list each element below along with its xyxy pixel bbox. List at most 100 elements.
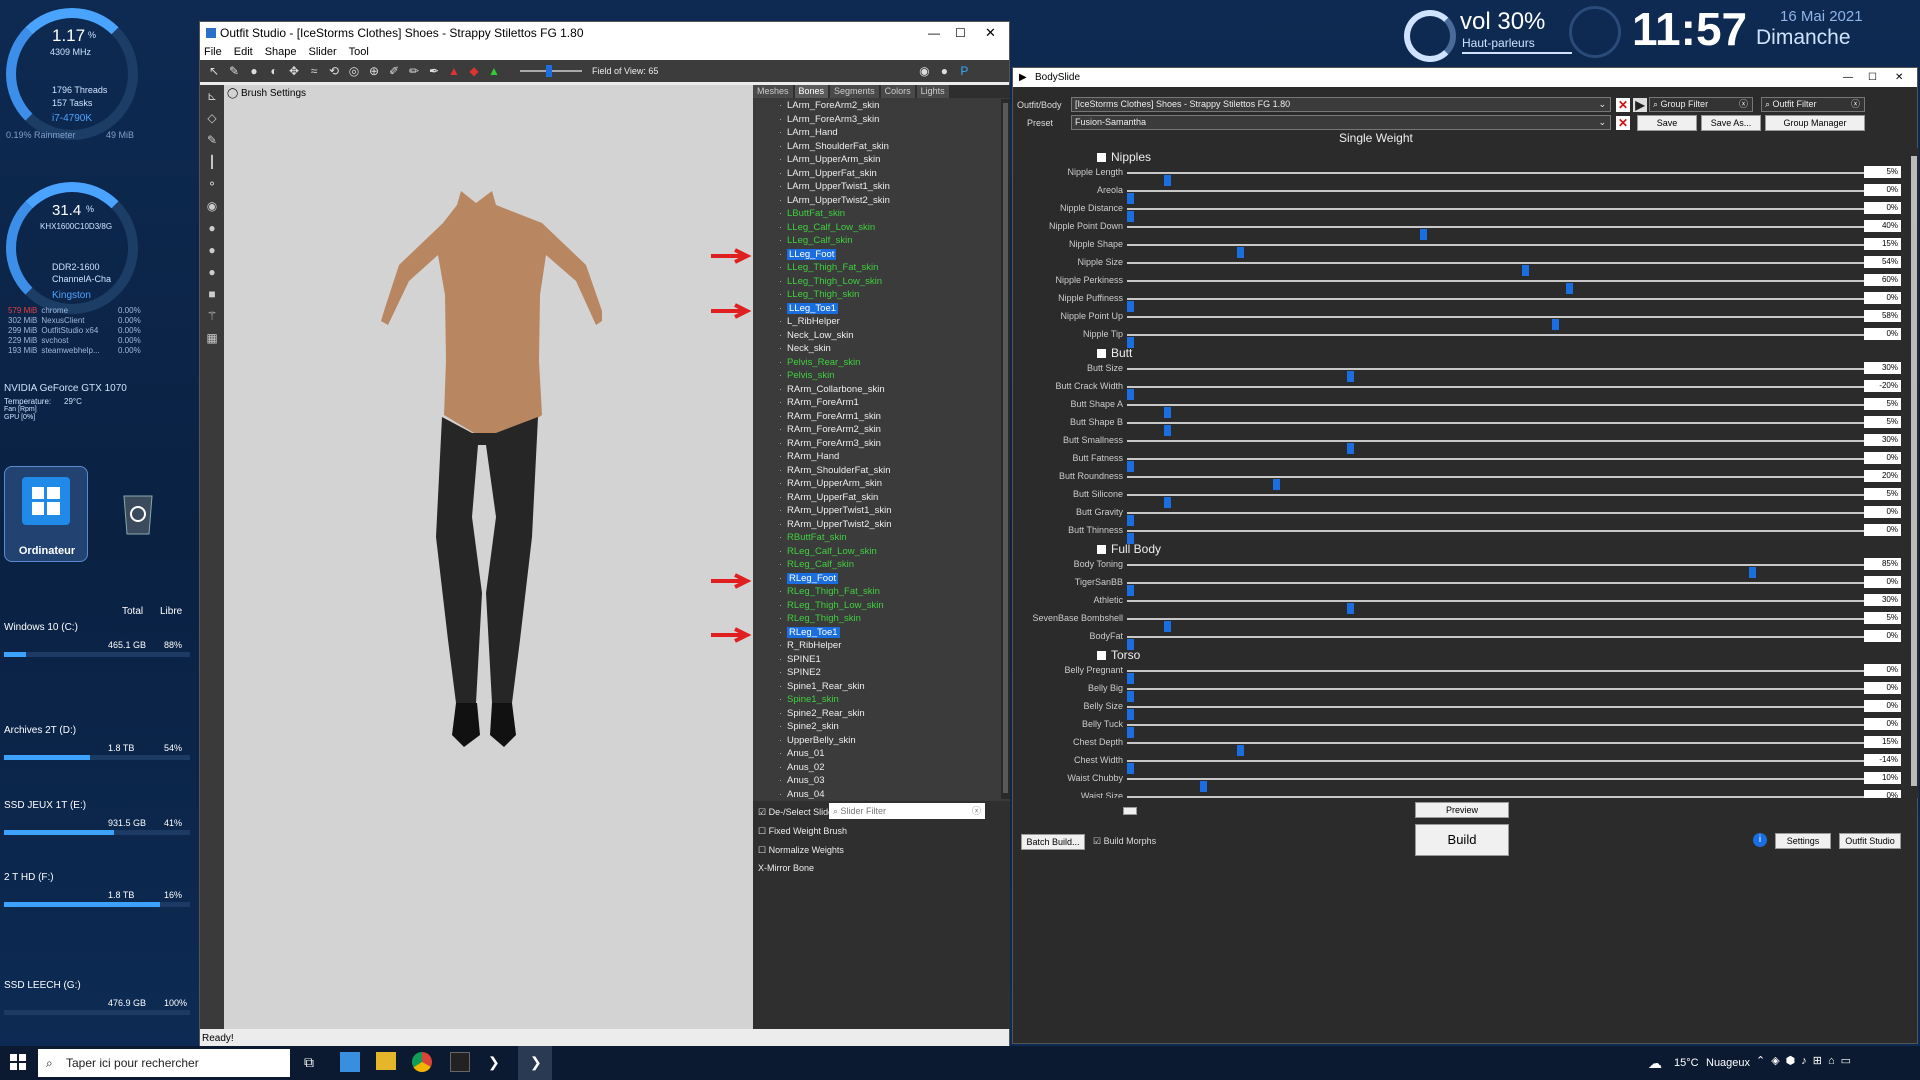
- slider-track[interactable]: [1127, 512, 1864, 526]
- bone-item[interactable]: RArm_UpperTwist2_skin: [753, 518, 1001, 532]
- bone-item[interactable]: LLeg_Calf_Low_skin: [753, 221, 1001, 235]
- slider-track[interactable]: [1127, 422, 1864, 436]
- bone-item[interactable]: RLeg_Foot: [753, 572, 1001, 586]
- slider-value-input[interactable]: 15%: [1864, 238, 1901, 250]
- slider-track[interactable]: [1127, 172, 1864, 186]
- save-as-button[interactable]: Save As...: [1701, 115, 1761, 131]
- slider-section-header[interactable]: Nipples: [1097, 150, 1151, 164]
- bone-item[interactable]: LArm_UpperArm_skin: [753, 153, 1001, 167]
- section-checkbox[interactable]: [1097, 349, 1106, 359]
- section-checkbox[interactable]: [1097, 651, 1106, 661]
- bone-item[interactable]: RArm_ForeArm3_skin: [753, 437, 1001, 451]
- slider-value-input[interactable]: -20%: [1864, 380, 1901, 392]
- brush-tool-icon[interactable]: ✎: [226, 63, 242, 79]
- slider-track[interactable]: [1127, 440, 1864, 454]
- bone-item[interactable]: Anus_03: [753, 774, 1001, 788]
- section-checkbox[interactable]: [1097, 545, 1106, 555]
- wand-icon[interactable]: ⚚: [200, 305, 224, 327]
- bone-item[interactable]: RArm_UpperFat_skin: [753, 491, 1001, 505]
- slider-track[interactable]: [1127, 530, 1864, 544]
- slider-track[interactable]: [1127, 796, 1864, 798]
- file-explorer-icon[interactable]: [376, 1052, 396, 1070]
- slider-value-input[interactable]: 0%: [1864, 630, 1901, 642]
- slider-value-input[interactable]: 5%: [1864, 166, 1901, 178]
- panel-tab[interactable]: Segments: [830, 85, 879, 98]
- bone-item[interactable]: Pelvis_skin: [753, 369, 1001, 383]
- bone-item[interactable]: LArm_ForeArm3_skin: [753, 113, 1001, 127]
- panel-tab[interactable]: Colors: [880, 85, 915, 98]
- slider-value-input[interactable]: 30%: [1864, 362, 1901, 374]
- task-view-icon[interactable]: ⧉: [304, 1054, 314, 1071]
- outfit-body-select[interactable]: [IceStorms Clothes] Shoes - Strappy Stil…: [1071, 97, 1611, 112]
- bone-item[interactable]: RArm_UpperTwist1_skin: [753, 504, 1001, 518]
- slider-value-input[interactable]: 0%: [1864, 184, 1901, 196]
- bone-item[interactable]: RLeg_Thigh_skin: [753, 612, 1001, 626]
- settings-button[interactable]: Settings: [1775, 833, 1831, 849]
- collapse-tool-icon[interactable]: ◆: [466, 63, 482, 79]
- slider-value-input[interactable]: 40%: [1864, 220, 1901, 232]
- slider-track[interactable]: [1127, 476, 1864, 490]
- menu-item[interactable]: Tool: [349, 46, 369, 58]
- slider-track[interactable]: [1127, 670, 1864, 684]
- slider-value-input[interactable]: 0%: [1864, 682, 1901, 694]
- move-tool-icon[interactable]: ✥: [286, 63, 302, 79]
- bone-item[interactable]: Spine2_skin: [753, 720, 1001, 734]
- slider-track[interactable]: [1127, 298, 1864, 312]
- normalize-weights-checkbox[interactable]: ☐ Normalize Weights: [758, 845, 844, 856]
- slider-value-input[interactable]: 30%: [1864, 434, 1901, 446]
- nexus-client-icon[interactable]: [450, 1052, 470, 1072]
- bone-item[interactable]: LLeg_Thigh_Low_skin: [753, 275, 1001, 289]
- slider-value-input[interactable]: 5%: [1864, 612, 1901, 624]
- bone-item[interactable]: RArm_Hand: [753, 450, 1001, 464]
- slider-value-input[interactable]: 0%: [1864, 718, 1901, 730]
- bone-item[interactable]: RLeg_Calf_skin: [753, 558, 1001, 572]
- bone-list[interactable]: LArm_ForeArm2_skin LArm_ForeArm3_skin LArm…: [753, 99, 1001, 799]
- brush-icon[interactable]: ✎: [200, 129, 224, 151]
- slider-value-input[interactable]: 10%: [1864, 772, 1901, 784]
- smooth-tool-icon[interactable]: ≈: [306, 63, 322, 79]
- node-icon[interactable]: ⚬: [200, 173, 224, 195]
- bone-item[interactable]: Pelvis_Rear_skin: [753, 356, 1001, 370]
- slider-value-input[interactable]: 58%: [1864, 310, 1901, 322]
- bone-item[interactable]: RLeg_Calf_Low_skin: [753, 545, 1001, 559]
- clear-filter-icon[interactable]: ⓧ: [972, 803, 981, 819]
- slider-track[interactable]: [1127, 618, 1864, 632]
- slider-track[interactable]: [1127, 742, 1864, 756]
- preset-select[interactable]: Fusion-Samantha ⌄: [1071, 115, 1611, 130]
- bone-item[interactable]: RArm_ShoulderFat_skin: [753, 464, 1001, 478]
- deflate-tool-icon[interactable]: ◐: [266, 63, 282, 79]
- slider-value-input[interactable]: 20%: [1864, 470, 1901, 482]
- slider-section-header[interactable]: Butt: [1097, 346, 1132, 360]
- bone-item[interactable]: RLeg_Toe1: [753, 626, 1001, 640]
- panel-tab[interactable]: Bones: [794, 85, 829, 98]
- flip-tool-icon[interactable]: ▲: [486, 63, 502, 79]
- bone-item[interactable]: Spine2_Rear_skin: [753, 707, 1001, 721]
- eye-icon[interactable]: ◉: [200, 195, 224, 217]
- batch-build-button[interactable]: Batch Build...: [1021, 834, 1085, 850]
- outfit-studio-link-icon[interactable]: ▶: [1633, 98, 1647, 112]
- menu-item[interactable]: Slider: [309, 46, 337, 58]
- bone-item[interactable]: Spine1_skin: [753, 693, 1001, 707]
- bone-item[interactable]: LArm_ShoulderFat_skin: [753, 140, 1001, 154]
- mask-tool-icon[interactable]: ◎: [346, 63, 362, 79]
- info-icon[interactable]: i: [1753, 833, 1767, 847]
- outfit-studio-button[interactable]: Outfit Studio: [1839, 833, 1901, 849]
- taskbar-search-input[interactable]: ⌕ Taper ici pour rechercher: [38, 1049, 290, 1077]
- slider-value-input[interactable]: 5%: [1864, 398, 1901, 410]
- patreon-icon[interactable]: P: [956, 63, 972, 79]
- slider-track[interactable]: [1127, 724, 1864, 738]
- bone-item[interactable]: LLeg_Toe1: [753, 302, 1001, 316]
- slider-value-input[interactable]: 15%: [1864, 736, 1901, 748]
- collapse-button[interactable]: [1123, 807, 1137, 815]
- bone-item[interactable]: UpperBelly_skin: [753, 734, 1001, 748]
- bone-item[interactable]: RArm_ForeArm1: [753, 396, 1001, 410]
- bone-item[interactable]: RArm_ForeArm2_skin: [753, 423, 1001, 437]
- build-morphs-checkbox[interactable]: ☑ Build Morphs: [1093, 836, 1156, 847]
- build-button[interactable]: Build: [1415, 824, 1509, 856]
- slider-section-header[interactable]: Torso: [1097, 648, 1140, 662]
- slider-value-input[interactable]: -14%: [1864, 754, 1901, 766]
- slider-value-input[interactable]: 30%: [1864, 594, 1901, 606]
- delete-outfit-icon[interactable]: ✕: [1616, 98, 1630, 112]
- outfit-studio-titlebar[interactable]: Outfit Studio - [IceStorms Clothes] Shoe…: [200, 22, 1009, 44]
- slider-track[interactable]: [1127, 404, 1864, 418]
